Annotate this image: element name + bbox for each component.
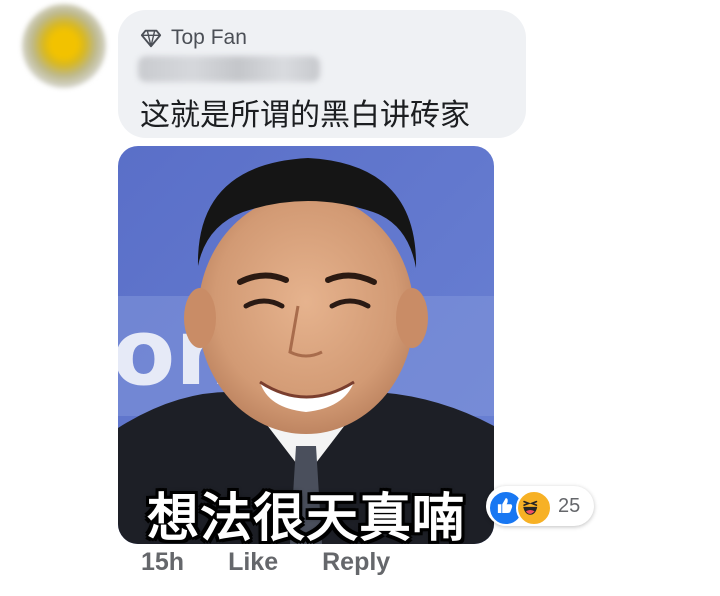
comment-actions: 15h Like Reply (141, 548, 434, 577)
top-fan-badge: Top Fan (140, 26, 247, 50)
comment-bubble: Top Fan 这就是所谓的黑白讲砖家 (118, 10, 526, 138)
haha-reaction-icon (516, 490, 552, 526)
badge-label: Top Fan (171, 26, 247, 49)
diamond-icon (140, 29, 162, 48)
reaction-summary[interactable]: 25 (486, 486, 594, 526)
meme-caption: 想法很天真喃 (146, 489, 465, 544)
comment-text: 这就是所谓的黑白讲砖家 (140, 98, 470, 133)
comment-timestamp[interactable]: 15h (141, 548, 184, 577)
commenter-avatar[interactable] (22, 4, 106, 88)
like-button[interactable]: Like (228, 548, 278, 577)
commenter-name-blurred[interactable] (138, 56, 320, 82)
reply-button[interactable]: Reply (322, 548, 390, 577)
meme-image[interactable]: one 想法很天真喃 (118, 146, 494, 544)
reaction-count: 25 (558, 495, 581, 517)
